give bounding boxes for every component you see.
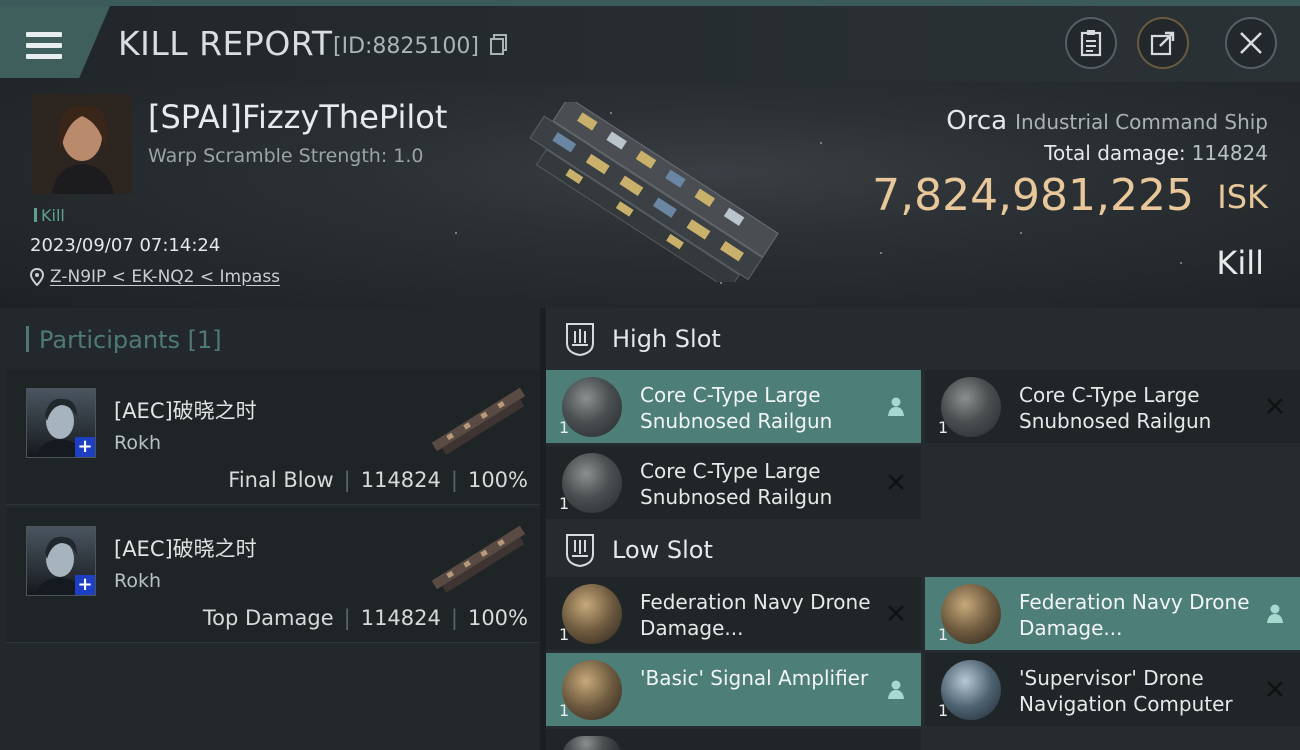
copy-icon[interactable] — [490, 34, 508, 56]
kill-result: Kill — [1216, 244, 1264, 282]
module-quantity: 1 — [938, 418, 949, 437]
participant-card[interactable]: + [AEC]破晓之时 Rokh Top Damage | 114824 | 1… — [6, 508, 540, 643]
low-slot-icon — [566, 534, 594, 568]
ship-class: Industrial Command Ship — [1015, 110, 1268, 134]
fitting-panel: High Slot 1 Core C-Type Large Snubnosed … — [546, 308, 1300, 750]
module-item[interactable]: 1 Core C-Type Large Snubnosed Railgun — [546, 446, 921, 519]
kill-datetime: 2023/09/07 07:14:24 — [30, 235, 221, 256]
report-id: [ID:8825100] — [333, 34, 479, 59]
close-icon — [1240, 32, 1262, 54]
header-bar: KILL REPORT [ID:8825100] — [0, 0, 1300, 82]
participant-role: Top Damage — [202, 606, 334, 630]
module-name: Federation Navy Drone Damage... — [1019, 590, 1250, 640]
participant-avatar[interactable]: + — [26, 526, 96, 596]
participant-name[interactable]: [AEC]破晓之时 — [114, 533, 257, 563]
module-item[interactable]: 1 Federation Navy Drone Damage... — [925, 577, 1300, 650]
low-slot-header: Low Slot — [546, 519, 1300, 581]
module-name: 'Basic' Signal Amplifier — [640, 666, 869, 690]
x-icon — [1267, 398, 1283, 414]
ship-name[interactable]: Orca — [946, 106, 1007, 136]
low-slot-title: Low Slot — [612, 536, 713, 564]
location-pin-icon — [30, 268, 44, 286]
share-icon — [1150, 31, 1175, 56]
victim-portrait[interactable] — [32, 94, 132, 194]
module-quantity: 1 — [559, 418, 570, 437]
clipboard-icon — [1080, 30, 1102, 57]
participant-damage: 114824 — [360, 468, 441, 492]
high-slot-title: High Slot — [612, 325, 721, 353]
plus-badge-icon: + — [75, 575, 95, 595]
module-item-partial[interactable] — [546, 729, 921, 750]
isk-value: 7,824,981,225 — [872, 170, 1194, 221]
header-accent-line — [0, 0, 1300, 6]
person-icon — [1267, 604, 1283, 623]
total-damage-value: 114824 — [1191, 141, 1268, 165]
ship-image — [529, 102, 779, 282]
x-icon — [888, 605, 904, 621]
participant-stats: Final Blow | 114824 | 100% — [228, 468, 528, 492]
menu-tab[interactable] — [0, 6, 110, 78]
module-icon — [562, 736, 622, 750]
plus-badge-icon: + — [75, 437, 95, 457]
module-name: Core C-Type Large Snubnosed Railgun — [640, 459, 833, 509]
page-title: KILL REPORT — [118, 24, 333, 63]
close-button[interactable] — [1225, 17, 1277, 69]
warp-scramble-strength: Warp Scramble Strength: 1.0 — [148, 145, 424, 167]
participant-damage: 114824 — [360, 606, 441, 630]
hamburger-menu-icon[interactable] — [26, 32, 62, 60]
module-quantity: 1 — [938, 701, 949, 720]
module-quantity: 1 — [559, 701, 570, 720]
module-quantity: 1 — [559, 625, 570, 644]
participant-percent: 100% — [467, 468, 528, 492]
drone-damage-amplifier-icon — [941, 584, 1001, 644]
victim-ship[interactable]: Orca Industrial Command Ship — [946, 106, 1268, 136]
x-icon — [1267, 681, 1283, 697]
railgun-icon — [941, 377, 1001, 437]
participant-stats: Top Damage | 114824 | 100% — [202, 606, 528, 630]
location-link[interactable]: Z-N9IP < EK-NQ2 < Impass — [50, 267, 280, 287]
module-item[interactable]: 1 Core C-Type Large Snubnosed Railgun — [925, 370, 1300, 443]
module-name: Federation Navy Drone Damage... — [640, 590, 871, 640]
victim-banner: [SPAI]FizzyThePilot Warp Scramble Streng… — [0, 82, 1300, 308]
participant-avatar[interactable]: + — [26, 388, 96, 458]
module-quantity: 1 — [559, 494, 570, 513]
participant-ship: Rokh — [114, 432, 162, 454]
module-item[interactable]: 1 'Basic' Signal Amplifier — [546, 653, 921, 726]
high-slot-header: High Slot — [546, 308, 1300, 370]
drone-damage-amplifier-icon — [562, 584, 622, 644]
kill-tag: Kill — [34, 206, 65, 225]
person-icon — [888, 397, 904, 416]
participant-name[interactable]: [AEC]破晓之时 — [114, 395, 257, 425]
rokh-ship-icon — [431, 525, 526, 593]
module-quantity: 1 — [938, 625, 949, 644]
signal-amplifier-icon — [562, 660, 622, 720]
total-damage: Total damage: 114824 — [1044, 141, 1268, 165]
participant-card[interactable]: + [AEC]破晓之时 Rokh Final Blow | 114824 | 1… — [6, 370, 540, 505]
railgun-icon — [562, 377, 622, 437]
participant-role: Final Blow — [228, 468, 334, 492]
module-name: 'Supervisor' Drone Navigation Computer — [1019, 666, 1233, 716]
total-damage-label: Total damage: — [1044, 141, 1186, 165]
module-item[interactable]: 1 Core C-Type Large Snubnosed Railgun — [546, 370, 921, 443]
rokh-ship-icon — [431, 387, 526, 455]
x-icon — [888, 474, 904, 490]
victim-pilot-name[interactable]: [SPAI]FizzyThePilot — [148, 98, 447, 136]
drone-navigation-computer-icon — [941, 660, 1001, 720]
person-icon — [888, 680, 904, 699]
share-button[interactable] — [1137, 17, 1189, 69]
module-name: Core C-Type Large Snubnosed Railgun — [1019, 383, 1212, 433]
high-slot-icon — [566, 323, 594, 357]
clipboard-button[interactable] — [1065, 17, 1117, 69]
participants-panel: Participants [1] + [AEC]破晓之时 Rokh Final … — [0, 308, 540, 750]
module-name: Core C-Type Large Snubnosed Railgun — [640, 383, 833, 433]
module-item[interactable]: 1 Federation Navy Drone Damage... — [546, 577, 921, 650]
pilot-avatar-image — [32, 94, 132, 194]
railgun-icon — [562, 453, 622, 513]
participant-ship: Rokh — [114, 570, 162, 592]
participants-header: Participants [1] — [26, 326, 222, 354]
isk-unit: ISK — [1217, 178, 1268, 216]
module-item[interactable]: 1 'Supervisor' Drone Navigation Computer — [925, 653, 1300, 726]
participant-percent: 100% — [467, 606, 528, 630]
kill-location[interactable]: Z-N9IP < EK-NQ2 < Impass — [30, 267, 280, 287]
